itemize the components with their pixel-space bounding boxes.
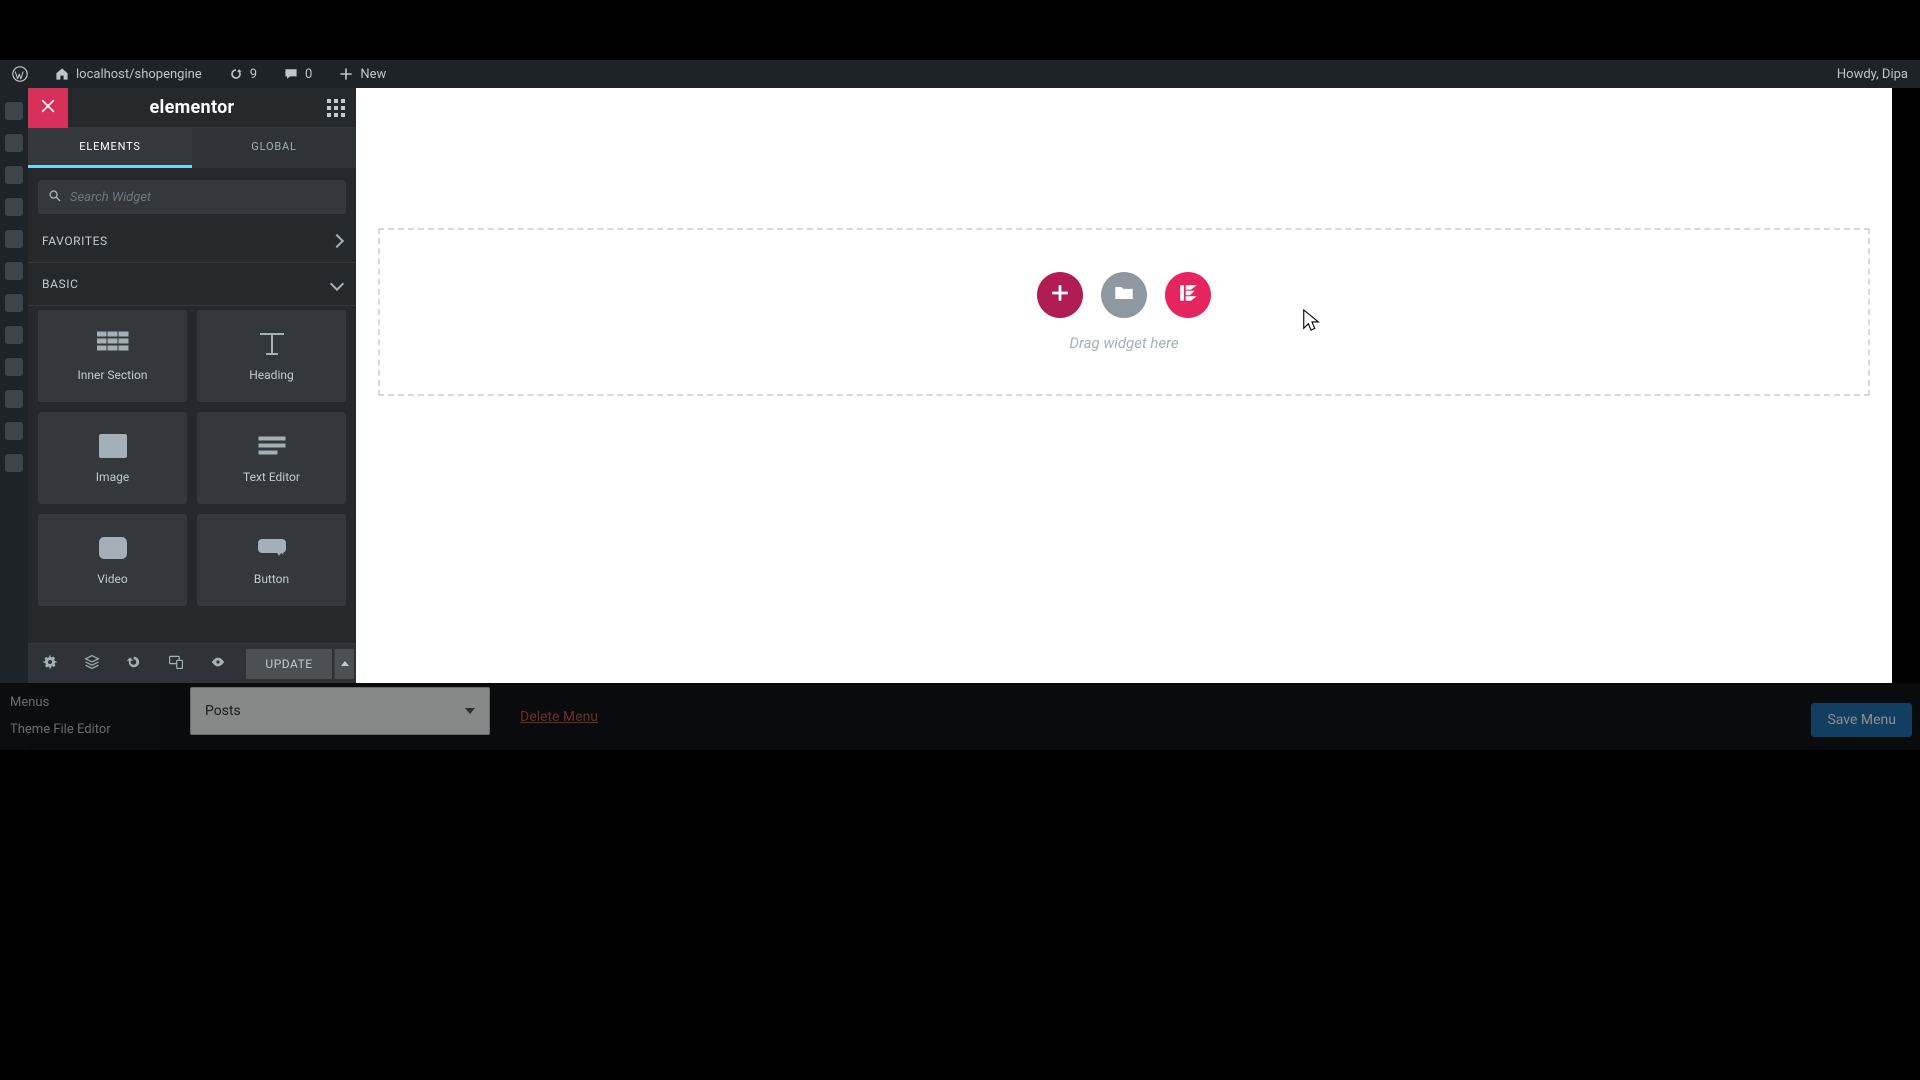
widget-image-label: Image bbox=[96, 470, 129, 484]
adminbar-new-label: New bbox=[360, 67, 386, 82]
app-stage: localhost/shopengine 9 0 New Howdy, Dipa bbox=[0, 60, 1920, 750]
wp-admin-bar: localhost/shopengine 9 0 New Howdy, Dipa bbox=[0, 60, 1920, 88]
tab-elements[interactable]: ELEMENTS bbox=[28, 128, 192, 168]
widget-text-editor[interactable]: Text Editor bbox=[197, 412, 346, 504]
adminbar-new[interactable]: New bbox=[332, 66, 392, 82]
search-icon bbox=[48, 188, 62, 207]
elementskit-button[interactable] bbox=[1165, 272, 1211, 318]
category-basic-label: BASIC bbox=[42, 277, 79, 291]
adminbar-updates[interactable]: 9 bbox=[222, 66, 263, 82]
add-section-buttons bbox=[1037, 272, 1211, 318]
update-button[interactable]: UPDATE bbox=[246, 649, 332, 679]
widget-heading-label: Heading bbox=[249, 368, 294, 382]
panel-menu-button[interactable] bbox=[316, 88, 356, 128]
adminbar-site[interactable]: localhost/shopengine bbox=[48, 66, 208, 82]
plus-icon bbox=[338, 66, 354, 82]
wp-logo[interactable] bbox=[6, 66, 34, 82]
widget-search[interactable] bbox=[38, 180, 346, 214]
chevron-down-icon bbox=[330, 277, 344, 291]
adminbar-site-label: localhost/shopengine bbox=[76, 67, 202, 82]
comment-icon bbox=[283, 66, 299, 82]
heading-icon bbox=[256, 330, 288, 358]
plus-icon bbox=[1049, 282, 1071, 308]
basic-widgets-grid: Inner Section Heading Image Text Editor bbox=[28, 306, 356, 616]
caret-up-icon bbox=[341, 661, 349, 666]
wp-admin-background: Menus Theme File Editor Posts Delete Men… bbox=[0, 683, 1920, 750]
widget-video[interactable]: Video bbox=[38, 514, 187, 606]
wp-left-nav-peek bbox=[0, 88, 28, 750]
editor-canvas[interactable]: Drag widget here bbox=[356, 88, 1892, 683]
adminbar-comments-count: 0 bbox=[305, 67, 312, 82]
navigator-button[interactable] bbox=[72, 644, 112, 684]
tab-global-label: GLOBAL bbox=[251, 140, 296, 153]
close-icon bbox=[38, 96, 58, 120]
responsive-icon bbox=[168, 654, 184, 674]
elementor-header: elementor bbox=[28, 88, 356, 128]
history-icon bbox=[126, 654, 142, 674]
adminbar-greeting-text: Howdy, Dipa bbox=[1837, 67, 1908, 82]
adminbar-updates-count: 9 bbox=[250, 67, 257, 82]
home-icon bbox=[54, 66, 70, 82]
gear-icon bbox=[42, 654, 58, 674]
update-button-label: UPDATE bbox=[265, 657, 312, 671]
widget-heading[interactable]: Heading bbox=[197, 310, 346, 402]
settings-button[interactable] bbox=[30, 644, 70, 684]
video-icon bbox=[97, 534, 129, 562]
close-button[interactable] bbox=[28, 88, 68, 128]
image-icon bbox=[97, 432, 129, 460]
widget-button-label: Button bbox=[254, 572, 289, 586]
tab-global[interactable]: GLOBAL bbox=[192, 128, 356, 168]
widget-button[interactable]: Button bbox=[197, 514, 346, 606]
history-button[interactable] bbox=[114, 644, 154, 684]
widget-image[interactable]: Image bbox=[38, 412, 187, 504]
add-template-button[interactable] bbox=[1101, 272, 1147, 318]
tab-elements-label: ELEMENTS bbox=[79, 140, 140, 153]
text-editor-icon bbox=[256, 432, 288, 460]
elementor-brand: elementor bbox=[68, 97, 316, 118]
widget-text-editor-label: Text Editor bbox=[243, 470, 300, 484]
columns-icon bbox=[97, 330, 129, 358]
wordpress-icon bbox=[12, 66, 28, 82]
apps-grid-icon bbox=[327, 99, 345, 117]
category-favorites[interactable]: FAVORITES bbox=[28, 220, 356, 263]
button-icon bbox=[256, 534, 288, 562]
widget-inner-section-label: Inner Section bbox=[77, 368, 147, 382]
responsive-button[interactable] bbox=[156, 644, 196, 684]
layers-icon bbox=[84, 654, 100, 674]
preview-button[interactable] bbox=[198, 644, 238, 684]
elementor-panel: elementor ELEMENTS GLOBAL FAVORITES bbox=[28, 88, 356, 683]
eye-icon bbox=[210, 654, 226, 674]
panel-footer: UPDATE bbox=[28, 643, 356, 683]
elementskit-icon bbox=[1177, 282, 1199, 309]
drop-zone-hint: Drag widget here bbox=[1069, 334, 1178, 352]
refresh-icon bbox=[228, 66, 244, 82]
dim-overlay bbox=[0, 683, 1920, 750]
adminbar-comments[interactable]: 0 bbox=[277, 66, 318, 82]
add-section-button[interactable] bbox=[1037, 272, 1083, 318]
update-options-button[interactable] bbox=[334, 649, 354, 679]
category-basic[interactable]: BASIC bbox=[28, 263, 356, 306]
widget-video-label: Video bbox=[97, 572, 128, 586]
adminbar-greeting[interactable]: Howdy, Dipa bbox=[1831, 67, 1914, 82]
drop-zone[interactable]: Drag widget here bbox=[378, 228, 1870, 396]
category-favorites-label: FAVORITES bbox=[42, 234, 108, 248]
widget-search-input[interactable] bbox=[70, 190, 336, 205]
panel-tabs: ELEMENTS GLOBAL bbox=[28, 128, 356, 168]
widget-inner-section[interactable]: Inner Section bbox=[38, 310, 187, 402]
folder-icon bbox=[1113, 282, 1135, 308]
chevron-right-icon bbox=[330, 234, 344, 248]
